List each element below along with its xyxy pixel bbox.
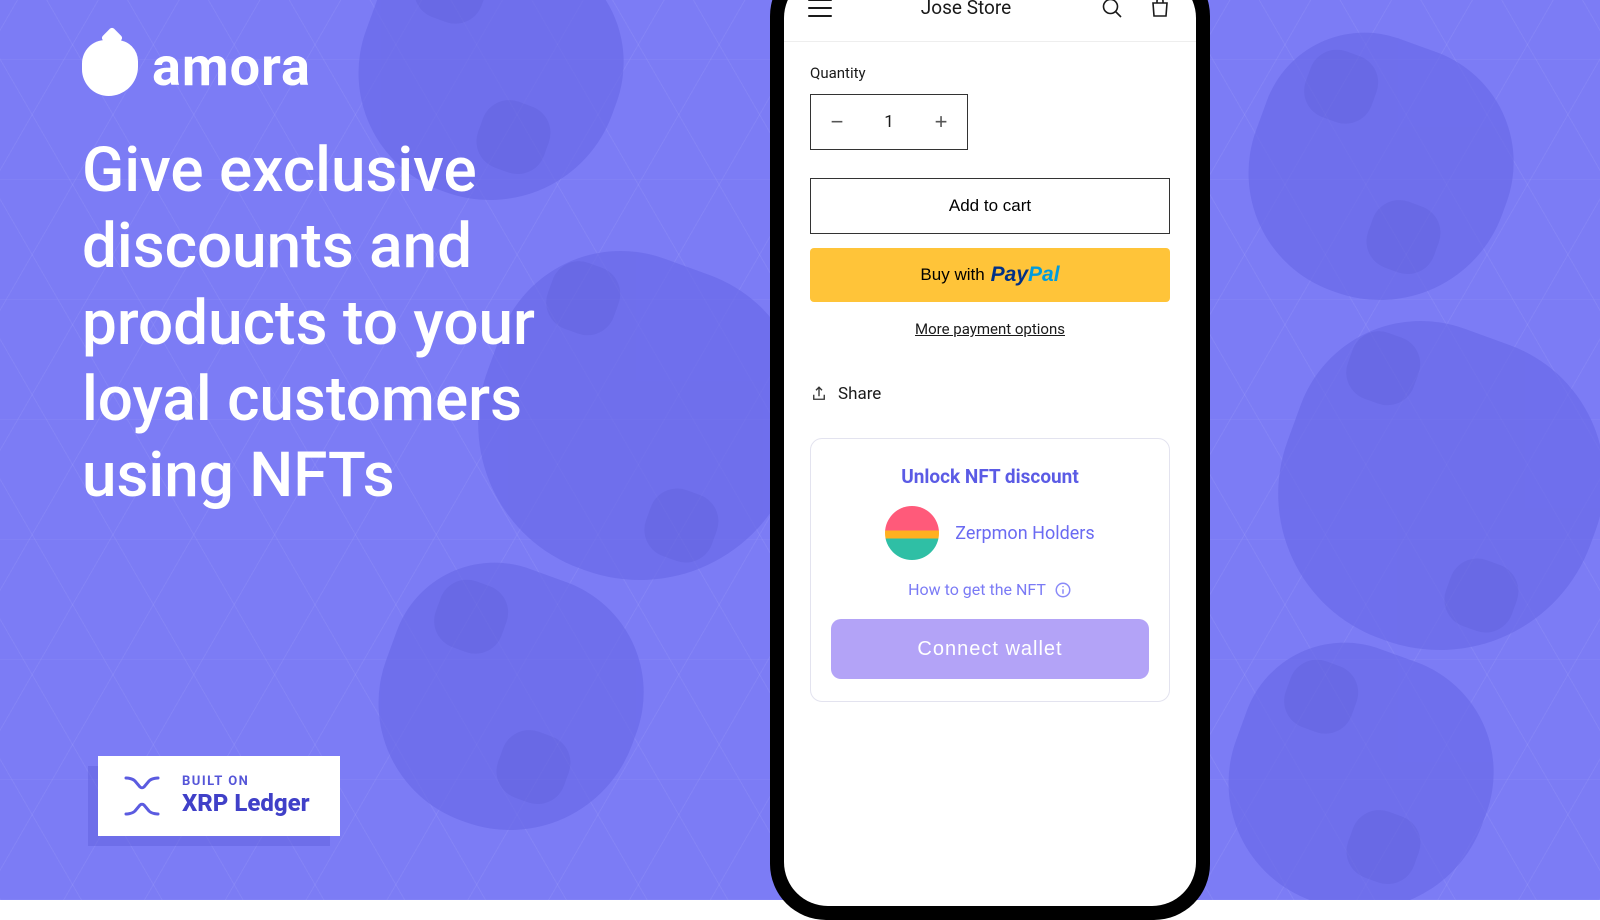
quantity-stepper: − 1 +	[810, 94, 968, 150]
share-row[interactable]: Share	[810, 384, 1170, 404]
quantity-label: Quantity	[810, 64, 1170, 82]
badge-overline: BUILT ON	[182, 775, 310, 790]
quantity-increase-button[interactable]: +	[915, 95, 967, 149]
nft-discount-box: Unlock NFT discount Zerpmon Holders How …	[810, 438, 1170, 702]
product-content: Quantity − 1 + Add to cart Buy with PayP…	[784, 42, 1196, 732]
brand: amora	[82, 36, 642, 99]
nft-collection-avatar	[885, 506, 939, 560]
badge-title: XRP Ledger	[182, 790, 310, 818]
how-to-get-nft-label: How to get the NFT	[908, 580, 1046, 599]
add-to-cart-button[interactable]: Add to cart	[810, 178, 1170, 234]
xrp-icon	[120, 774, 164, 818]
share-icon	[810, 385, 828, 403]
phone-screen: Jose Store Quantity − 1 + Add to cart Bu…	[784, 0, 1196, 906]
bag-icon[interactable]	[1148, 0, 1172, 20]
brand-name: amora	[152, 36, 311, 99]
nft-box-title: Unlock NFT discount	[831, 465, 1149, 488]
xrp-ledger-badge: BUILT ON XRP Ledger	[98, 756, 340, 836]
phone-frame: Jose Store Quantity − 1 + Add to cart Bu…	[770, 0, 1210, 920]
search-icon[interactable]	[1100, 0, 1124, 20]
buy-with-label: Buy with	[920, 265, 984, 285]
store-name: Jose Store	[921, 0, 1011, 19]
hero-left: amora Give exclusive discounts and produ…	[82, 36, 642, 514]
badge-text: BUILT ON XRP Ledger	[182, 775, 310, 818]
paypal-word-2: Pal	[1028, 263, 1060, 286]
menu-icon[interactable]	[808, 0, 832, 17]
paypal-word-1: Pay	[991, 263, 1028, 286]
share-label: Share	[838, 384, 881, 404]
quantity-decrease-button[interactable]: −	[811, 95, 863, 149]
nft-collection-row: Zerpmon Holders	[831, 506, 1149, 560]
store-topbar: Jose Store	[784, 0, 1196, 42]
amora-logo-icon	[82, 40, 138, 96]
nft-collection-name: Zerpmon Holders	[955, 523, 1094, 544]
hero-headline: Give exclusive discounts and products to…	[82, 133, 642, 514]
how-to-get-nft-link[interactable]: How to get the NFT	[908, 580, 1072, 599]
connect-wallet-button[interactable]: Connect wallet	[831, 619, 1149, 679]
more-payment-options-link[interactable]: More payment options	[810, 320, 1170, 338]
paypal-button[interactable]: Buy with PayPal	[810, 248, 1170, 302]
quantity-value: 1	[863, 112, 915, 132]
info-icon	[1054, 581, 1072, 599]
